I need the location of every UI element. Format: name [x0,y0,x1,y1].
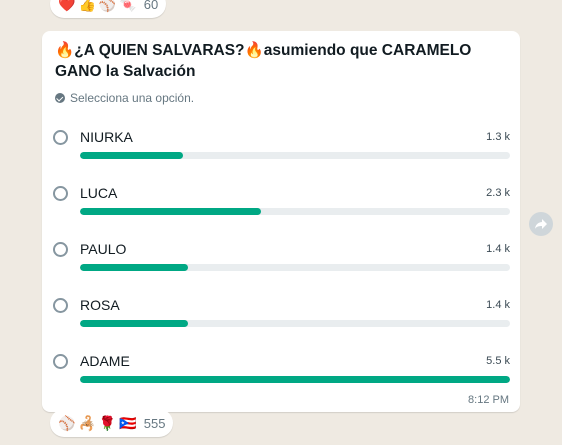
reactions-top[interactable]: ❤️ 👍 ⚾ 🍬 60 [50,0,167,18]
poll-title: 🔥¿A QUIEN SALVARAS?🔥asumiendo que CARAME… [55,42,472,80]
chat-view: ❤️ 👍 ⚾ 🍬 60 🔥¿A QUIEN SALVARAS?🔥asumiend… [0,0,562,445]
poll-option-label: NIURKA [80,129,133,145]
forward-arrow-icon [535,219,547,229]
poll-option[interactable]: ROSA 1.4 k [53,296,510,336]
poll-progress-fill [80,264,188,271]
poll-option-count: 2.3 k [486,187,510,199]
radio-button[interactable] [53,298,68,313]
reaction-emoji: 👍 [78,0,96,12]
reaction-emoji: ⚾ [98,0,117,12]
poll-option-count: 5.5 k [486,355,510,367]
poll-option[interactable]: NIURKA 1.3 k [53,128,510,168]
reaction-emoji: 🍬 [119,0,137,12]
message-time: 8:12 PM [468,394,509,406]
poll-progress-track [80,208,510,215]
poll-hint-text: Selecciona una opción. [70,91,195,105]
reaction-emoji: 🇵🇷 [119,415,137,431]
poll-progress-track [80,264,510,271]
poll-progress-track [80,320,510,327]
forward-button[interactable] [529,212,553,236]
poll-option-count: 1.4 k [486,299,510,311]
reaction-count: 555 [143,415,166,431]
poll-progress-fill [80,152,184,159]
reaction-count: 60 [143,0,159,12]
poll-progress-track [80,376,510,383]
poll-option-label: ROSA [80,297,120,313]
poll-option[interactable]: PAULO 1.4 k [53,240,510,280]
reaction-emoji: ❤️ [58,0,76,12]
poll-progress-fill [80,208,261,215]
reactions-bottom[interactable]: ⚾ 🦂 🌹 🇵🇷 555 [50,409,174,437]
check-circle-icon [55,93,65,103]
poll-progress-fill [80,376,510,383]
reaction-emoji: 🌹 [98,415,117,431]
reaction-emoji: 🦂 [78,415,96,431]
poll-progress-track [80,152,510,159]
radio-button[interactable] [53,130,68,145]
poll-option-label: ADAME [80,353,130,369]
poll-option-count: 1.3 k [486,131,510,143]
reaction-emoji: ⚾ [58,415,76,431]
poll-option[interactable]: ADAME 5.5 k [53,352,510,392]
radio-button[interactable] [53,354,68,369]
poll-option-label: LUCA [80,185,118,201]
radio-button[interactable] [53,186,68,201]
radio-button[interactable] [53,242,68,257]
poll-option-label: PAULO [80,241,127,257]
poll-hint: Selecciona una opción. [55,91,194,105]
poll-message: 🔥¿A QUIEN SALVARAS?🔥asumiendo que CARAME… [42,31,520,412]
poll-option-count: 1.4 k [486,243,510,255]
poll-option[interactable]: LUCA 2.3 k [53,184,510,224]
poll-progress-fill [80,320,188,327]
